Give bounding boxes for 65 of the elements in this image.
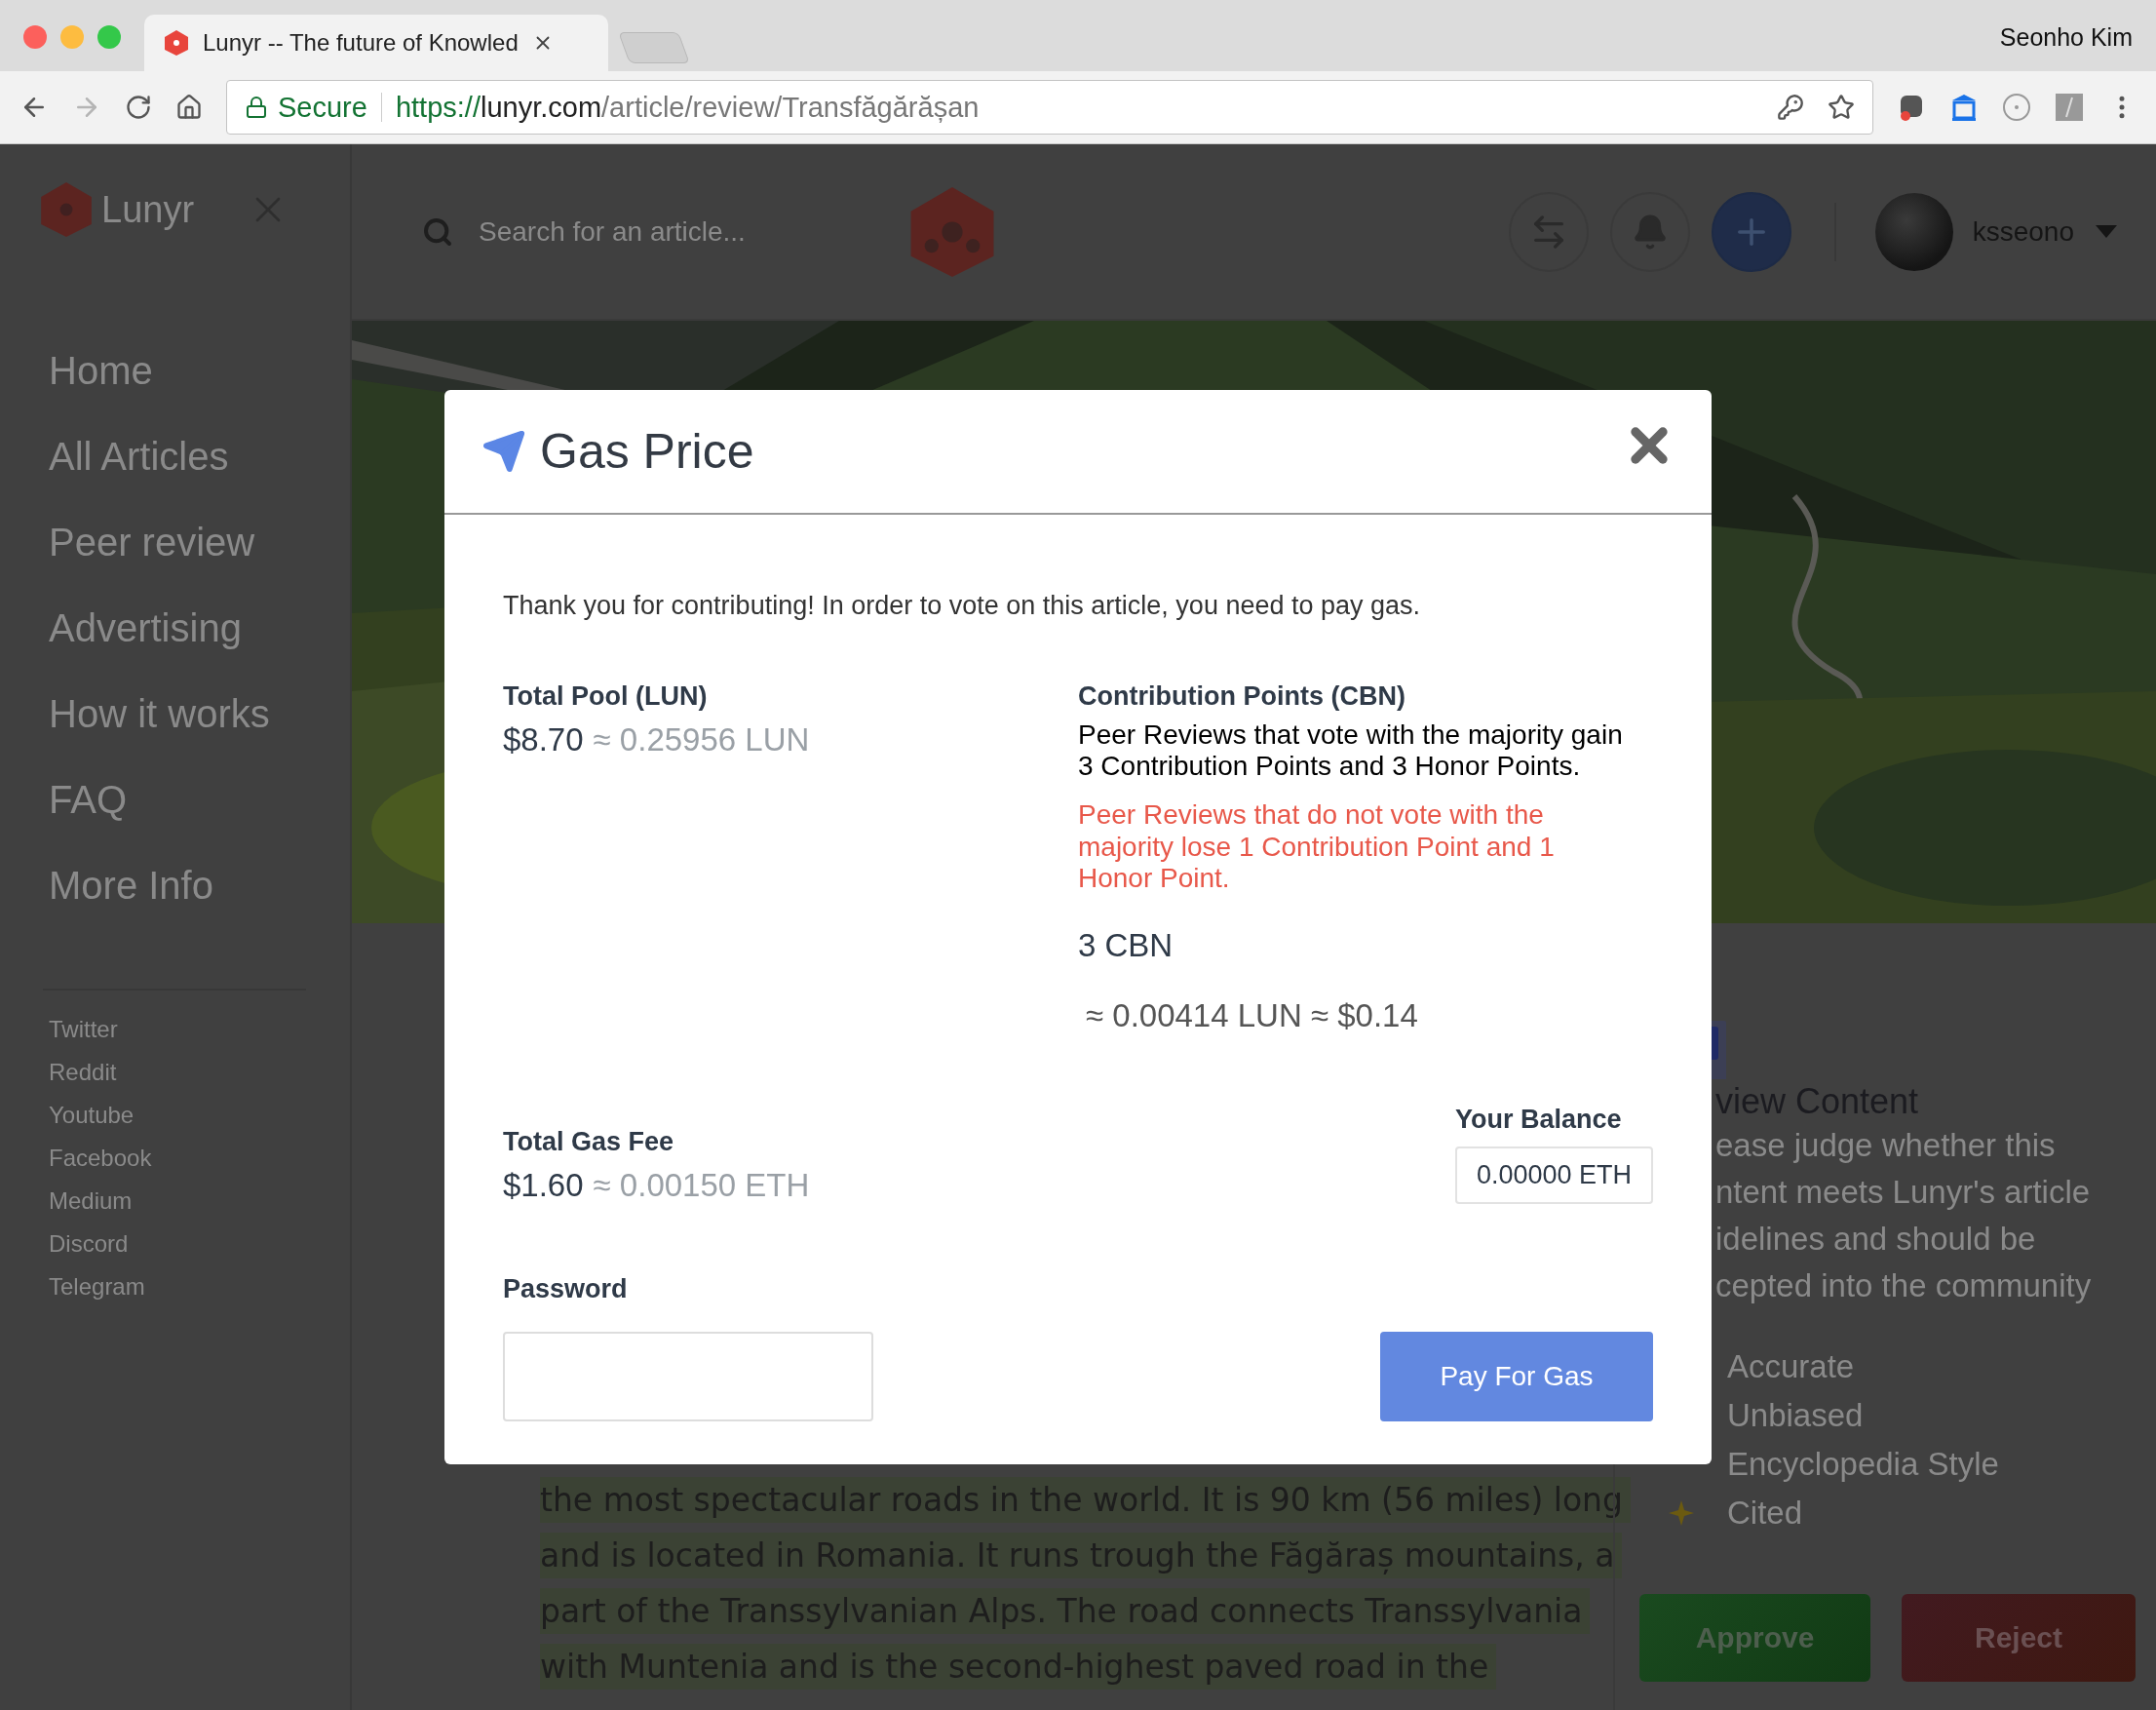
pay-button[interactable]: Pay For Gas [1380,1331,1653,1421]
field-label: Contribution Points (CBN) [1078,681,1406,712]
url-text: https://lunyr.com/article/review/Transfăgărășan [395,91,980,124]
nav-link[interactable]: More Info [49,842,350,928]
warning-text: Peer Reviews that do not vote with the majority lose 1 Contribution Point and 1 Honor Point. [1078,799,1556,894]
sparkle-star-icon [1669,1500,1694,1526]
bookmark-star-icon[interactable] [1828,94,1855,121]
minimize-light-icon [60,25,84,49]
nav-link[interactable]: All Articles [49,413,350,499]
cube-logo-icon [164,29,189,57]
conversion-text: ≈ 0.00414 LUN ≈ $0.14 [1086,996,1419,1034]
social-link[interactable]: Twitter [49,1008,350,1051]
usd-amount: $8.70 [503,721,584,758]
social-link[interactable]: Youtube [49,1094,350,1137]
gain-text: Peer Reviews that vote with the majority gain 3 Contribution Points and 3 Honor Points. [1078,719,1624,783]
profile-name: Seonho Kim [1999,23,2133,52]
field-label: Password [503,1273,629,1304]
caret-icon [2096,224,2117,239]
nav-link[interactable]: How it works [49,671,350,757]
criterion-label: Unbiased [1727,1397,1864,1434]
tab-title: Lunyr -- The future of Knowled [203,29,519,57]
reload-icon[interactable] [125,94,152,121]
field-label: Total Pool (LUN) [503,681,709,712]
approve-button[interactable]: Approve [1639,1594,1870,1682]
intro-text: Thank you for contributing! In order to vote on this article, you need to pay gas. [503,591,1422,621]
dialog-title: Gas Price [540,423,755,480]
key-icon[interactable] [1777,94,1804,121]
social-link[interactable]: Reddit [49,1051,350,1094]
cube-logo-icon [39,179,94,240]
nav-link[interactable]: Peer review [49,499,350,585]
brand-name: Lunyr [101,188,195,231]
token-amount: ≈ 0.25956 LUN [593,721,810,758]
cbn-amount: 3 CBN [1078,926,1174,964]
panel-description: ease judge whether this [1715,1126,2057,1165]
criterion-label: Accurate [1727,1348,1855,1385]
nav-link[interactable]: Home [49,328,350,413]
social-link[interactable]: Telegram [49,1265,350,1308]
field-label: Total Gas Fee [503,1126,675,1157]
lock-icon [245,96,268,119]
paper-plane-icon [481,429,526,474]
nav-link[interactable]: Advertising [49,585,350,671]
field-label: Your Balance [1454,1104,1622,1135]
password-field[interactable] [503,1331,873,1421]
usd-amount: $1.60 [503,1166,584,1204]
zoom-light-icon [97,25,121,49]
reject-button[interactable]: Reject [1902,1594,2136,1682]
home-icon[interactable] [175,94,203,121]
token-amount: ≈ 0.00150 ETH [593,1166,810,1204]
social-link[interactable]: Discord [49,1223,350,1265]
panel-description: idelines and should be [1715,1220,2037,1259]
address-bar[interactable]: Secure https://lunyr.com/article/review/Transfăgărășan [226,80,1873,135]
criterion-label: Encyclopedia Style [1727,1446,1999,1483]
social-link[interactable]: Medium [49,1180,350,1223]
nav-link[interactable]: FAQ [49,757,350,842]
browser-tab[interactable]: Lunyr -- The future of Knowled [144,15,608,71]
search-field[interactable]: Search for an article... [479,215,1005,248]
slash-extension-icon[interactable] [2055,93,2084,122]
panel-description: ntent meets Lunyr's article [1715,1173,2092,1212]
panel-description: cepted into the community [1715,1266,2093,1305]
balance-value: 0.00000 ETH [1454,1146,1653,1204]
building-extension-icon[interactable] [1949,93,1979,122]
close-light-icon [23,25,47,49]
criterion-label: Cited [1727,1495,1803,1532]
secure-label: Secure [278,91,367,124]
social-link[interactable]: Facebook [49,1137,350,1180]
